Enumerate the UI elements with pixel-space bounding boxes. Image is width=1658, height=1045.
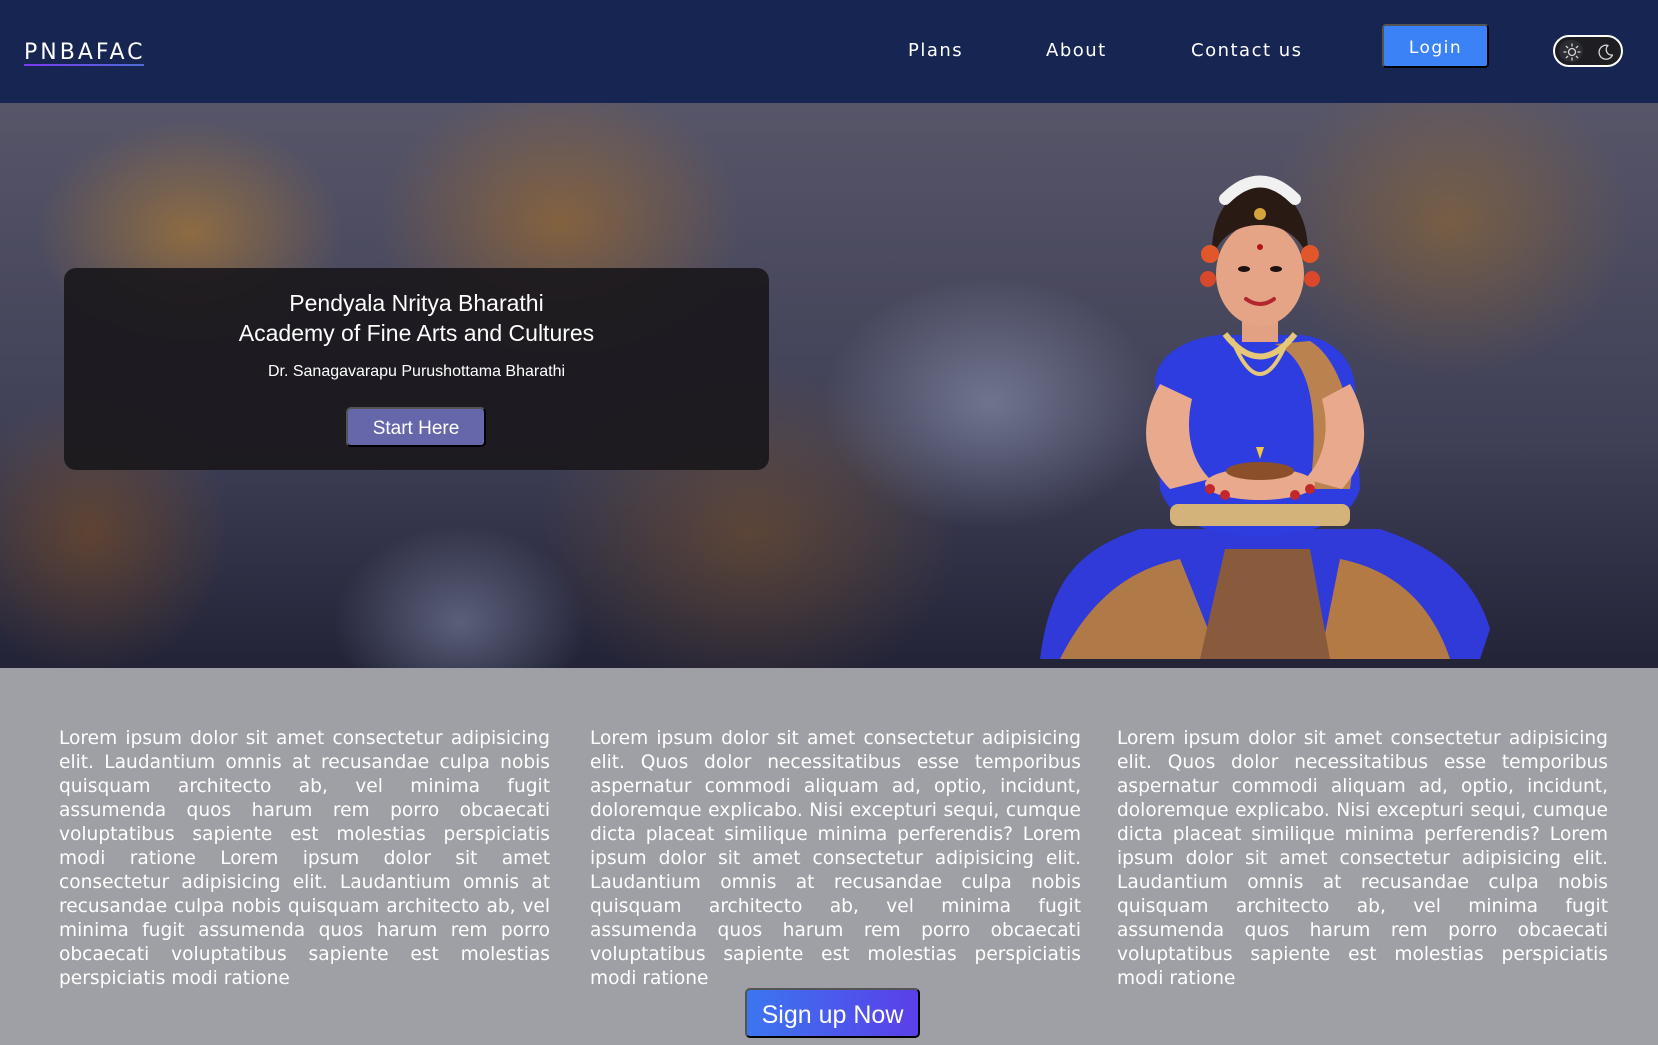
hero-title-line-1: Pendyala Nritya Bharathi (289, 290, 544, 316)
brand-underline (24, 64, 144, 66)
hero-section: Pendyala Nritya Bharathi Academy of Fine… (0, 103, 1658, 668)
hero-card: Pendyala Nritya Bharathi Academy of Fine… (64, 268, 769, 470)
info-column-1: Lorem ipsum dolor sit amet consectetur a… (59, 728, 550, 989)
nav-link-plans[interactable]: Plans (908, 40, 963, 61)
sign-up-button[interactable]: Sign up Now (745, 988, 920, 1038)
sun-icon (1563, 43, 1581, 61)
nav-link-contact[interactable]: Contact us (1191, 40, 1303, 61)
start-here-button[interactable]: Start Here (346, 407, 486, 447)
info-column-2: Lorem ipsum dolor sit amet consectetur a… (590, 728, 1081, 989)
navbar: PNBAFAC Plans About Contact us Login (0, 0, 1658, 103)
dancer-image (1040, 175, 1490, 659)
hero-title-line-2: Academy of Fine Arts and Cultures (238, 320, 595, 346)
hero-subtitle: Dr. Sanagavarapu Purushottama Bharathi (267, 363, 566, 380)
theme-toggle[interactable] (1553, 35, 1623, 67)
login-button[interactable]: Login (1382, 24, 1489, 68)
moon-icon (1598, 44, 1614, 60)
info-column-3: Lorem ipsum dolor sit amet consectetur a… (1117, 728, 1608, 989)
brand-logo[interactable]: PNBAFAC (24, 40, 146, 65)
nav-link-about[interactable]: About (1046, 40, 1107, 61)
